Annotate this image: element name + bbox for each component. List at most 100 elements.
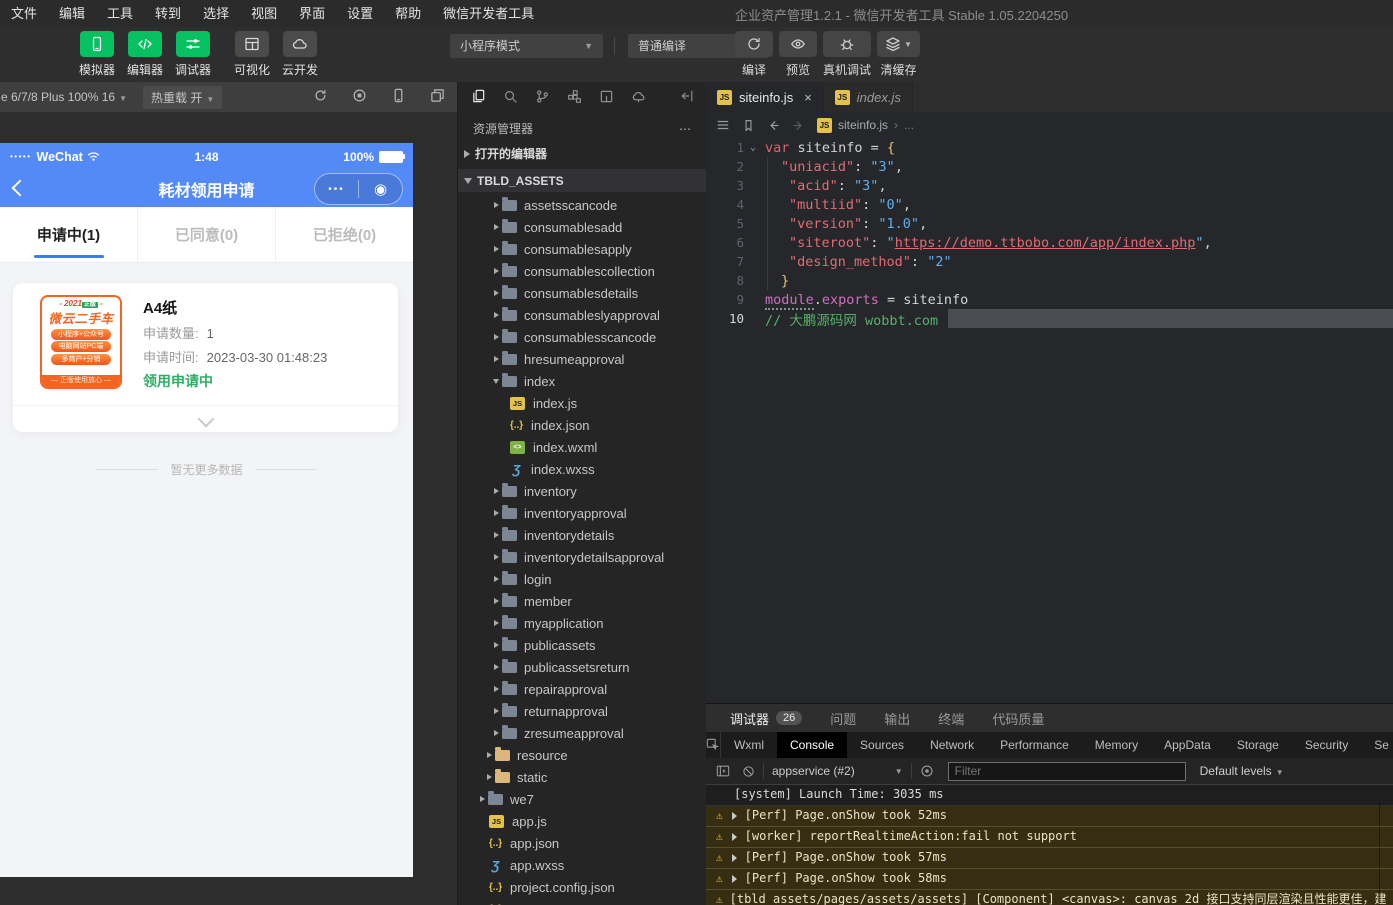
menu-item[interactable]: 微信开发者工具 — [432, 0, 545, 27]
tree-item-app.wxss[interactable]: Ʒapp.wxss — [458, 854, 707, 876]
blocks-icon[interactable] — [567, 89, 582, 109]
devtools-tab-Network[interactable]: Network — [917, 732, 987, 758]
editor-tab-siteinfo.js[interactable]: JSsiteinfo.js× — [706, 82, 824, 112]
branch-icon[interactable] — [535, 89, 550, 109]
expand-arrow-icon[interactable] — [732, 812, 737, 820]
tree-item-we7[interactable]: we7 — [458, 788, 707, 810]
devtools-tab-Storage[interactable]: Storage — [1224, 732, 1292, 758]
panel-tab-终端[interactable]: 终端 — [938, 709, 964, 728]
tab-已同意(0)[interactable]: 已同意(0) — [137, 207, 275, 262]
toggle-grid[interactable]: 可视化 — [233, 31, 271, 78]
panel-tab-问题[interactable]: 问题 — [830, 709, 856, 728]
devtools-tab-Security[interactable]: Security — [1292, 732, 1361, 758]
menu-item[interactable]: 界面 — [288, 0, 336, 27]
toggle-sliders[interactable]: 调试器 — [174, 31, 212, 78]
menu-item[interactable]: 编辑 — [48, 0, 96, 27]
section-project-root[interactable]: TBLD_ASSETS — [458, 169, 707, 192]
section-open-editors[interactable]: 打开的编辑器 — [458, 142, 707, 165]
tree-item-hresumeapproval[interactable]: hresumeapproval — [458, 348, 707, 370]
rotate-icon[interactable] — [313, 88, 328, 106]
toggle-cloud[interactable]: 云开发 — [281, 31, 319, 78]
action-eye[interactable]: 预览 — [779, 31, 817, 78]
close-icon[interactable]: × — [804, 90, 812, 105]
menu-item[interactable]: 文件 — [0, 0, 48, 27]
devtools-tab-Wxml[interactable]: Wxml — [721, 732, 777, 758]
action-bug[interactable]: 真机调试 — [823, 31, 871, 78]
more-icon[interactable]: ••• — [315, 184, 358, 195]
panel-tab-调试器[interactable]: 调试器26 — [730, 709, 802, 728]
tree-item-myapplication[interactable]: myapplication — [458, 612, 707, 634]
tree-item-consumablesscancode[interactable]: consumablesscancode — [458, 326, 707, 348]
clear-console-icon[interactable] — [742, 765, 755, 778]
collapse-icon[interactable] — [680, 89, 694, 108]
console-message[interactable]: ⚠[Perf] Page.onShow took 57ms — [706, 848, 1393, 869]
device-select[interactable]: e 6/7/8 Plus 100% 16▼ — [1, 90, 127, 104]
tree-item-consumablesdetails[interactable]: consumablesdetails — [458, 282, 707, 304]
inspect-element-icon[interactable] — [706, 732, 721, 758]
devtools-tab-Console[interactable]: Console — [777, 732, 847, 758]
filter-input[interactable] — [948, 762, 1186, 781]
tree-item-project.config.json[interactable]: {..}project.config.json — [458, 876, 707, 898]
devtools-tab-Memory[interactable]: Memory — [1082, 732, 1151, 758]
tree-item-zresumeapproval[interactable]: zresumeapproval — [458, 722, 707, 744]
tree-item-inventorydetails[interactable]: inventorydetails — [458, 524, 707, 546]
nav-back-icon[interactable] — [767, 119, 780, 132]
editor-tab-index.js[interactable]: JSindex.js — [824, 82, 913, 112]
tree-item-assetsscancode[interactable]: assetsscancode — [458, 194, 707, 216]
tree-item-app.js[interactable]: JSapp.js — [458, 810, 707, 832]
tree-item-index[interactable]: index — [458, 370, 707, 392]
context-select[interactable]: appservice (#2)▼ — [772, 764, 903, 778]
request-card[interactable]: - 2021正版 - 微云二手车 小程序+公众号 电脑网站PC端 多商户+分销 … — [13, 283, 398, 432]
bookmark-icon[interactable] — [742, 119, 755, 132]
menu-item[interactable]: 帮助 — [384, 0, 432, 27]
toggle-phone[interactable]: 模拟器 — [78, 31, 116, 78]
tree-item-consumablesadd[interactable]: consumablesadd — [458, 216, 707, 238]
more-actions-icon[interactable]: ⋯ — [679, 122, 692, 136]
eye-watch-icon[interactable] — [920, 764, 934, 778]
menu-item[interactable]: 设置 — [336, 0, 384, 27]
windows-icon[interactable] — [430, 88, 445, 106]
fold-chevron-icon[interactable]: ⌄ — [750, 143, 765, 153]
files-icon[interactable] — [471, 89, 486, 109]
expand-arrow-icon[interactable] — [732, 875, 737, 883]
tree-item-consumableslyapproval[interactable]: consumableslyapproval — [458, 304, 707, 326]
devtools-tab-Se[interactable]: Se — [1361, 732, 1393, 758]
console-message[interactable]: ⚠[worker] reportRealtimeAction:fail not … — [706, 827, 1393, 848]
cloud2-icon[interactable] — [631, 89, 646, 109]
tree-item-returnapproval[interactable]: returnapproval — [458, 700, 707, 722]
tree-item-repairapproval[interactable]: repairapproval — [458, 678, 707, 700]
menu-item[interactable]: 工具 — [96, 0, 144, 27]
devtools-tab-AppData[interactable]: AppData — [1151, 732, 1224, 758]
tree-item-publicassetsreturn[interactable]: publicassetsreturn — [458, 656, 707, 678]
breadcrumb[interactable]: JS siteinfo.js › ... — [817, 118, 914, 133]
mode-select[interactable]: 小程序模式▼ — [450, 34, 603, 58]
code-editor[interactable]: 1⌄var siteinfo = {2"uniacid": "3",3"acid… — [706, 138, 1393, 328]
capsule-menu[interactable]: ••• ◉ — [314, 173, 403, 205]
tree-item-inventory[interactable]: inventory — [458, 480, 707, 502]
npm-icon[interactable] — [599, 89, 614, 109]
minimize-target-icon[interactable]: ◉ — [359, 182, 402, 197]
tree-item-resource[interactable]: resource — [458, 744, 707, 766]
log-levels-select[interactable]: Default levels▼ — [1200, 764, 1284, 778]
tree-item-app.json[interactable]: {..}app.json — [458, 832, 707, 854]
tab-申请中(1)[interactable]: 申请中(1) — [0, 207, 137, 262]
expand-arrow-icon[interactable] — [732, 833, 737, 841]
expand-arrow-icon[interactable] — [732, 854, 737, 862]
tree-item-index.wxml[interactable]: <>index.wxml — [458, 436, 707, 458]
tree-item-index.json[interactable]: {..}index.json — [458, 414, 707, 436]
tree-item-publicassets[interactable]: publicassets — [458, 634, 707, 656]
tree-item-inventorydetailsapproval[interactable]: inventorydetailsapproval — [458, 546, 707, 568]
search-icon[interactable] — [503, 89, 518, 109]
tree-item-index.js[interactable]: JSindex.js — [458, 392, 707, 414]
action-layers[interactable]: ▼清缓存 — [877, 31, 920, 78]
console-message[interactable]: ⚠[Perf] Page.onShow took 52ms — [706, 806, 1393, 827]
tree-item-consumablesapply[interactable]: consumablesapply — [458, 238, 707, 260]
menu-item[interactable]: 转到 — [144, 0, 192, 27]
toggle-code[interactable]: 编辑器 — [126, 31, 164, 78]
tree-item-consumablescollection[interactable]: consumablescollection — [458, 260, 707, 282]
hot-reload-toggle[interactable]: 热重载 开▼ — [143, 86, 222, 109]
devtools-tab-Performance[interactable]: Performance — [987, 732, 1082, 758]
panel-tab-输出[interactable]: 输出 — [884, 709, 910, 728]
panel-tab-代码质量[interactable]: 代码质量 — [992, 709, 1044, 728]
tree-item-static[interactable]: static — [458, 766, 707, 788]
